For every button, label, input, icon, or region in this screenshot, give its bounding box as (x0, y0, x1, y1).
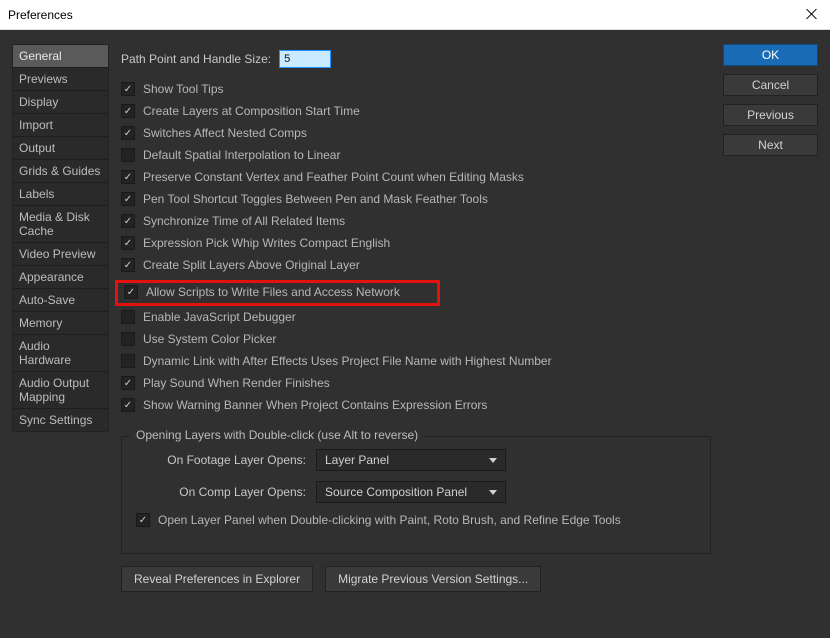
footage-layer-value: Layer Panel (325, 453, 389, 467)
footage-layer-dropdown[interactable]: Layer Panel (316, 449, 506, 471)
pref-check-row: Show Warning Banner When Project Contain… (121, 398, 711, 412)
next-button[interactable]: Next (723, 134, 818, 156)
cancel-button[interactable]: Cancel (723, 74, 818, 96)
comp-layer-value: Source Composition Panel (325, 485, 467, 499)
pref-checkbox[interactable] (121, 310, 135, 324)
dialog-buttons: OK Cancel Previous Next (723, 44, 818, 624)
pref-check-label: Play Sound When Render Finishes (143, 376, 330, 390)
pref-check-row: Default Spatial Interpolation to Linear (121, 148, 711, 162)
pref-check-label: Allow Scripts to Write Files and Access … (146, 285, 400, 299)
ok-button[interactable]: OK (723, 44, 818, 66)
open-layer-panel-check-row: Open Layer Panel when Double-clicking wi… (136, 513, 696, 527)
sidebar-item-display[interactable]: Display (13, 90, 108, 113)
pref-checkbox[interactable] (121, 398, 135, 412)
pref-check-row: Expression Pick Whip Writes Compact Engl… (121, 236, 711, 250)
highlighted-option: Allow Scripts to Write Files and Access … (115, 280, 440, 306)
pref-check-row: Enable JavaScript Debugger (121, 310, 711, 324)
category-sidebar: GeneralPreviewsDisplayImportOutputGrids … (12, 44, 109, 432)
path-point-size-row: Path Point and Handle Size: (121, 50, 711, 68)
pref-check-label: Switches Affect Nested Comps (143, 126, 307, 140)
pref-checkbox[interactable] (121, 258, 135, 272)
pref-check-row: Allow Scripts to Write Files and Access … (124, 285, 433, 299)
footage-layer-label: On Footage Layer Opens: (156, 453, 306, 467)
sidebar-item-media-disk-cache[interactable]: Media & Disk Cache (13, 205, 108, 242)
pref-check-label: Default Spatial Interpolation to Linear (143, 148, 340, 162)
pref-check-label: Synchronize Time of All Related Items (143, 214, 345, 228)
pref-check-label: Use System Color Picker (143, 332, 276, 346)
pref-checkbox[interactable] (121, 126, 135, 140)
sidebar-item-previews[interactable]: Previews (13, 67, 108, 90)
window-title: Preferences (8, 8, 73, 22)
comp-layer-row: On Comp Layer Opens: Source Composition … (136, 481, 696, 503)
sidebar-item-memory[interactable]: Memory (13, 311, 108, 334)
pref-checkbox[interactable] (121, 354, 135, 368)
pref-check-row: Synchronize Time of All Related Items (121, 214, 711, 228)
sidebar-item-grids-guides[interactable]: Grids & Guides (13, 159, 108, 182)
chevron-down-icon (489, 458, 497, 463)
pref-check-label: Pen Tool Shortcut Toggles Between Pen an… (143, 192, 488, 206)
pref-check-label: Create Layers at Composition Start Time (143, 104, 360, 118)
pref-checkbox[interactable] (121, 104, 135, 118)
pref-check-label: Show Warning Banner When Project Contain… (143, 398, 487, 412)
pref-check-label: Preserve Constant Vertex and Feather Poi… (143, 170, 524, 184)
pref-checkbox[interactable] (121, 376, 135, 390)
pref-check-row: Play Sound When Render Finishes (121, 376, 711, 390)
pref-check-label: Show Tool Tips (143, 82, 224, 96)
pref-check-row: Show Tool Tips (121, 82, 711, 96)
pref-check-label: Create Split Layers Above Original Layer (143, 258, 360, 272)
sidebar-item-audio-output-mapping[interactable]: Audio Output Mapping (13, 371, 108, 408)
sidebar-item-auto-save[interactable]: Auto-Save (13, 288, 108, 311)
pref-check-row: Dynamic Link with After Effects Uses Pro… (121, 354, 711, 368)
sidebar-item-labels[interactable]: Labels (13, 182, 108, 205)
path-point-size-input[interactable] (279, 50, 331, 68)
pref-checkbox[interactable] (121, 148, 135, 162)
reveal-preferences-button[interactable]: Reveal Preferences in Explorer (121, 566, 313, 592)
previous-button[interactable]: Previous (723, 104, 818, 126)
sidebar-item-sync-settings[interactable]: Sync Settings (13, 408, 108, 431)
pref-check-row: Preserve Constant Vertex and Feather Poi… (121, 170, 711, 184)
path-point-size-label: Path Point and Handle Size: (121, 52, 271, 66)
bottom-button-row: Reveal Preferences in Explorer Migrate P… (121, 566, 711, 592)
pref-check-row: Pen Tool Shortcut Toggles Between Pen an… (121, 192, 711, 206)
general-settings-pane: Path Point and Handle Size: Show Tool Ti… (121, 44, 711, 624)
pref-checkbox[interactable] (124, 285, 138, 299)
sidebar-item-appearance[interactable]: Appearance (13, 265, 108, 288)
migrate-settings-button[interactable]: Migrate Previous Version Settings... (325, 566, 541, 592)
pref-checkbox[interactable] (121, 332, 135, 346)
comp-layer-label: On Comp Layer Opens: (156, 485, 306, 499)
pref-check-label: Expression Pick Whip Writes Compact Engl… (143, 236, 390, 250)
pref-checkbox[interactable] (121, 192, 135, 206)
pref-checkbox[interactable] (121, 82, 135, 96)
pref-check-row: Switches Affect Nested Comps (121, 126, 711, 140)
opening-layers-group: Opening Layers with Double-click (use Al… (121, 436, 711, 554)
sidebar-item-import[interactable]: Import (13, 113, 108, 136)
close-icon[interactable] (804, 6, 820, 22)
pref-checkbox[interactable] (121, 170, 135, 184)
sidebar-item-general[interactable]: General (13, 45, 108, 67)
pref-check-label: Enable JavaScript Debugger (143, 310, 296, 324)
pref-checkbox[interactable] (121, 236, 135, 250)
footage-layer-row: On Footage Layer Opens: Layer Panel (136, 449, 696, 471)
pref-check-row: Use System Color Picker (121, 332, 711, 346)
sidebar-item-audio-hardware[interactable]: Audio Hardware (13, 334, 108, 371)
chevron-down-icon (489, 490, 497, 495)
open-layer-panel-label: Open Layer Panel when Double-clicking wi… (158, 513, 621, 527)
pref-checkbox[interactable] (121, 214, 135, 228)
sidebar-item-output[interactable]: Output (13, 136, 108, 159)
titlebar: Preferences (0, 0, 830, 30)
preferences-panel: GeneralPreviewsDisplayImportOutputGrids … (0, 30, 830, 638)
sidebar-item-video-preview[interactable]: Video Preview (13, 242, 108, 265)
pref-check-row: Create Layers at Composition Start Time (121, 104, 711, 118)
pref-check-label: Dynamic Link with After Effects Uses Pro… (143, 354, 552, 368)
comp-layer-dropdown[interactable]: Source Composition Panel (316, 481, 506, 503)
open-layer-panel-checkbox[interactable] (136, 513, 150, 527)
group-title: Opening Layers with Double-click (use Al… (130, 428, 424, 442)
pref-check-row: Create Split Layers Above Original Layer (121, 258, 711, 272)
